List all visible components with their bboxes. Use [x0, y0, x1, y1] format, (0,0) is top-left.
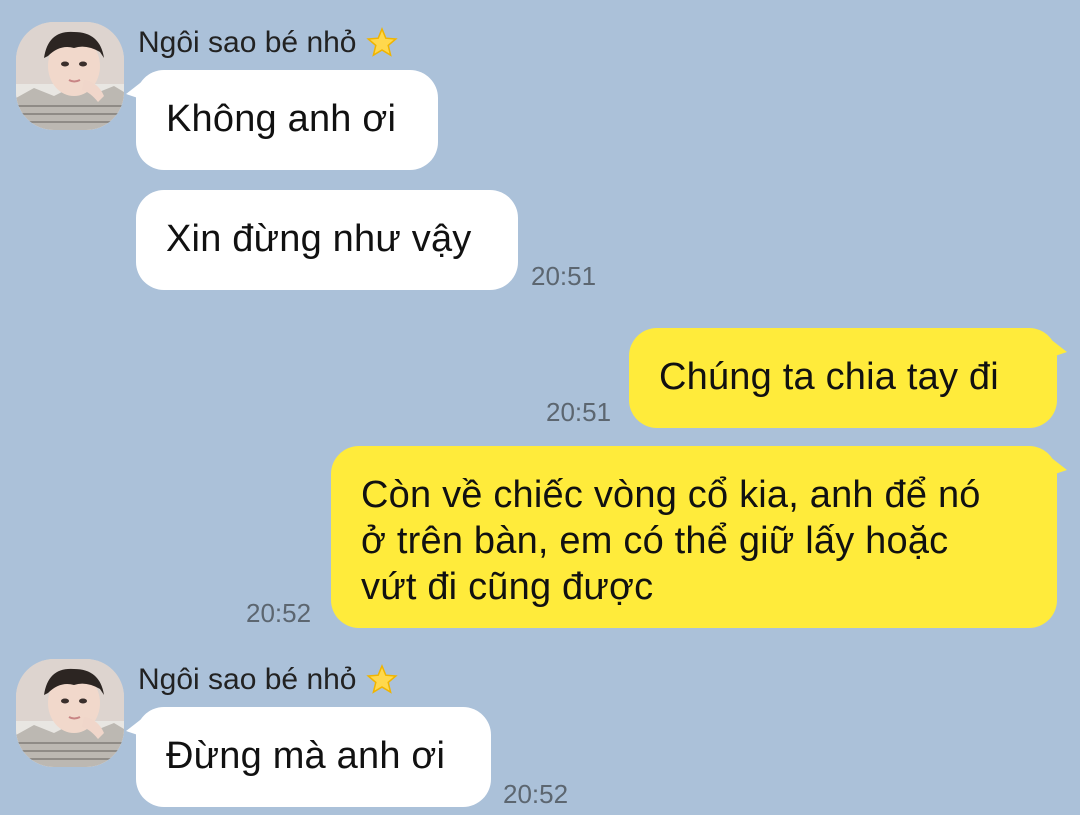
message-time: 20:51: [531, 261, 597, 291]
avatar[interactable]: [16, 659, 124, 767]
star-icon: [365, 26, 399, 60]
message-bubble[interactable]: Chúng ta chia tay đi: [629, 328, 1067, 428]
message-bubble[interactable]: Xin đừng như vậy: [136, 190, 518, 290]
message-time: 20:52: [246, 598, 312, 628]
chat-thread[interactable]: Ngôi sao bé nhỏ Không anh ơi Xin đừng nh…: [0, 0, 1080, 815]
message-time: 20:52: [503, 779, 569, 809]
message-bubble[interactable]: Không anh ơi: [126, 70, 438, 170]
message-bubble[interactable]: Còn về chiếc vòng cổ kia, anh để nó ở tr…: [331, 446, 1067, 628]
star-icon: [365, 663, 399, 697]
message-line: ở trên bàn, em có thể giữ lấy hoặc: [361, 520, 949, 562]
message-bubble[interactable]: Đừng mà anh ơi: [126, 707, 491, 807]
message-line: Còn về chiếc vòng cổ kia, anh để nó: [361, 474, 981, 516]
sender-name: Ngôi sao bé nhỏ: [138, 660, 399, 700]
message-time: 20:51: [546, 397, 612, 427]
message-line: vứt đi cũng được: [361, 566, 654, 608]
avatar[interactable]: [16, 22, 124, 130]
sender-name: Ngôi sao bé nhỏ: [138, 23, 399, 63]
